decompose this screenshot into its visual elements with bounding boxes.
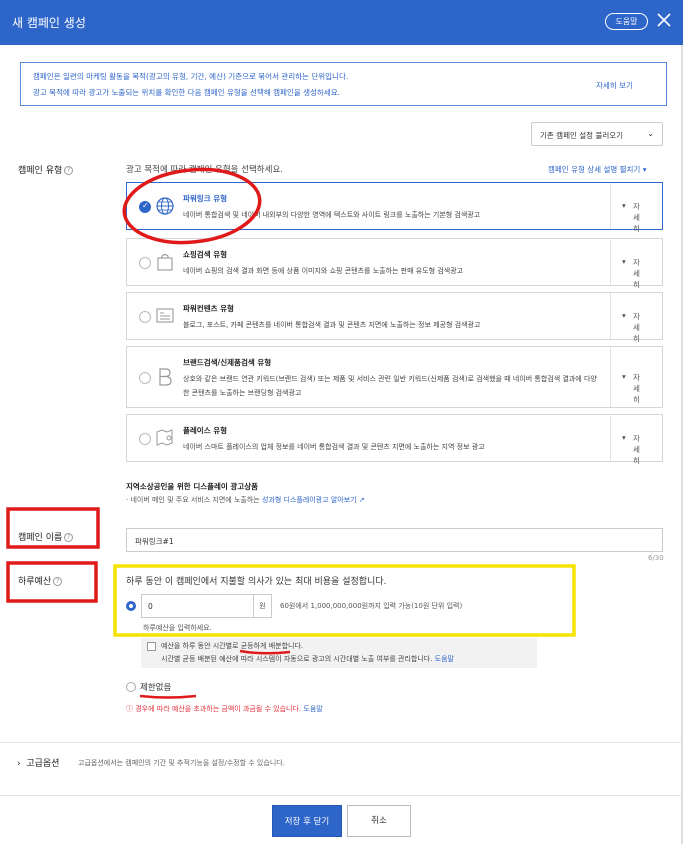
modal-header: 새 캠페인 생성 도움말 (0, 0, 683, 45)
campaign-name-label: 캠페인 이름 (18, 533, 63, 543)
card-desc: 상호와 같은 브랜드 연관 키워드(브랜드 검색) 또는 제품 및 서비스 관련… (183, 375, 597, 397)
question-icon[interactable]: ? (64, 166, 74, 175)
card-detail-toggle[interactable]: 자세히 ▾ (610, 347, 664, 407)
budget-label-row: 하루예산? (18, 574, 63, 587)
campaign-type-guide-link[interactable]: 캠페인 유형 상세 설명 펼치기 ▾ (548, 164, 647, 175)
even-distribution-checkbox[interactable] (147, 642, 156, 651)
external-link-icon: ↗ (358, 496, 365, 504)
question-icon[interactable]: ? (64, 533, 74, 542)
even-distribution-box: 예산을 하루 동안 시간별로 균등하게 배분합니다. 시간별 균등 배분된 예산… (141, 638, 537, 668)
char-count: 6/30 (648, 554, 664, 562)
campaign-type-card-brandsearch[interactable]: 브랜드검색/신제품검색 유형 상호와 같은 브랜드 연관 키워드(브랜드 검색)… (126, 346, 663, 408)
load-existing-label: 기존 캠페인 설정 불러오기 (540, 131, 624, 140)
card-name: 쇼핑검색 유형 (183, 250, 228, 259)
divider (0, 795, 683, 796)
campaign-type-label: 캠페인 유형 (18, 166, 63, 176)
even-distribution-desc: 시간별 균등 배분된 예산에 따라 시스템이 자동으로 광고의 시간대별 노출 … (161, 654, 454, 664)
card-name: 파워링크 유형 (183, 194, 228, 203)
info-box: 캠페인은 일련의 마케팅 활동을 목적(광고의 유형, 기간, 예산) 기준으로… (20, 62, 667, 106)
campaign-type-radio[interactable] (139, 311, 151, 323)
question-icon[interactable]: ? (53, 577, 63, 586)
local-display-desc-text: · 네이버 메인 및 주요 서비스 지면에 노출하는 (126, 496, 260, 504)
brand-b-icon (159, 368, 172, 386)
save-close-button[interactable]: 저장 후 닫기 (272, 805, 342, 837)
info-more-link[interactable]: 자세히 보기 (596, 80, 633, 91)
budget-error: ⓘ 경우에 따라 예산을 초과하는 금액이 과금될 수 있습니다. 도움말 (126, 704, 323, 714)
advanced-options-label: 고급옵션 (26, 759, 60, 769)
detail-label: 자세히 (633, 258, 640, 289)
document-icon (156, 308, 174, 323)
red-underline-annotation (139, 694, 197, 699)
display-ad-link[interactable]: 성과형 디스플레이광고 알아보기 (262, 496, 357, 504)
campaign-type-guide-text: 캠페인 유형 상세 설명 펼치기 (548, 165, 641, 174)
chevron-right-icon: › (17, 759, 21, 769)
no-limit-label: 제한없음 (140, 683, 172, 693)
card-desc: 네이버 스마트 플레이스의 업체 정보를 네이버 통합검색 결과 및 콘텐츠 지… (183, 443, 485, 451)
local-display-title: 지역소상공인을 위한 디스플레이 광고상품 (126, 482, 259, 491)
card-detail-toggle[interactable]: 자세히 ▾ (610, 293, 664, 343)
globe-icon (156, 197, 174, 215)
card-detail-toggle[interactable]: 자세히 ▾ (610, 415, 664, 465)
currency-unit: 원 (254, 594, 272, 618)
even-distribution-desc-text: 시간별 균등 배분된 예산에 따라 시스템이 자동으로 광고의 시간대별 노출 … (161, 655, 433, 663)
budget-desc: 하루 동안 이 캠페인에서 지불할 의사가 있는 최대 비용을 설정합니다. (126, 577, 387, 587)
campaign-type-hint: 광고 목적에 따라 캠페인 유형을 선택하세요. (126, 165, 283, 175)
campaign-type-card-powerlink[interactable]: 파워링크 유형 네이버 통합검색 및 네이버 내외부의 다양한 영역에 텍스트와… (126, 182, 664, 233)
campaign-type-label-row: 캠페인 유형? (18, 163, 74, 176)
local-display-desc: · 네이버 메인 및 주요 서비스 지면에 노출하는 성과형 디스플레이광고 알… (126, 495, 365, 505)
campaign-type-card-shopping[interactable]: 쇼핑검색 유형 네이버 쇼핑의 검색 결과 화면 등에 상품 이미지와 쇼핑 콘… (126, 238, 664, 289)
detail-label: 자세히 (633, 373, 640, 404)
info-line-1: 캠페인은 일련의 마케팅 활동을 목적(광고의 유형, 기간, 예산) 기준으로… (33, 72, 349, 81)
card-name: 브랜드검색/신제품검색 유형 (183, 358, 272, 367)
card-desc: 네이버 쇼핑의 검색 결과 화면 등에 상품 이미지와 쇼핑 콘텐츠를 노출하는… (183, 267, 464, 275)
campaign-name-input[interactable]: 파워링크#1 (126, 528, 663, 552)
budget-amount-input[interactable]: 0 (141, 594, 254, 618)
budget-label: 하루예산 (18, 577, 52, 587)
no-limit-radio[interactable] (126, 682, 136, 692)
card-name: 플레이스 유형 (183, 426, 228, 435)
even-distribution-label: 예산을 하루 동안 시간별로 균등하게 배분합니다. (161, 642, 304, 650)
detail-label: 자세히 (633, 434, 640, 465)
shopping-bag-icon (157, 253, 173, 271)
advanced-options-desc: 고급옵션에서는 캠페인의 기간 및 추적기능을 설정/수정할 수 있습니다. (78, 759, 285, 767)
budget-warning: 하루예산을 입력하세요. (143, 624, 212, 632)
campaign-type-card-place[interactable]: 플레이스 유형 네이버 스마트 플레이스의 업체 정보를 네이버 통합검색 결과… (126, 414, 664, 465)
map-pin-icon (156, 429, 173, 446)
chevron-down-icon: ⌄ (647, 129, 654, 138)
budget-error-text: ⓘ 경우에 따라 예산을 초과하는 금액이 과금될 수 있습니다. (126, 705, 302, 713)
campaign-name-label-row: 캠페인 이름? (18, 530, 74, 543)
help-button[interactable]: 도움말 (605, 13, 648, 30)
budget-error-help-link[interactable]: 도움말 (303, 705, 322, 713)
campaign-type-card-powercontents[interactable]: 파워컨텐츠 유형 블로그, 포스트, 카페 콘텐츠를 네이버 통합검색 결과 및… (126, 292, 664, 343)
close-icon[interactable] (656, 12, 672, 28)
card-detail-toggle[interactable]: 자세히 ▾ (610, 239, 664, 289)
card-name: 파워컨텐츠 유형 (183, 304, 234, 313)
campaign-type-radio[interactable] (139, 433, 151, 445)
advanced-options-toggle[interactable]: › 고급옵션 (17, 756, 59, 769)
campaign-type-radio[interactable] (139, 372, 151, 384)
budget-limit-text: 60원에서 1,000,000,000원까지 입력 가능(10원 단위 입력) (280, 602, 463, 610)
campaign-type-radio[interactable] (139, 257, 151, 269)
even-help-link[interactable]: 도움말 (435, 655, 454, 663)
divider (0, 742, 683, 743)
cancel-button[interactable]: 취소 (347, 805, 411, 837)
card-desc: 블로그, 포스트, 카페 콘텐츠를 네이버 통합검색 결과 및 콘텐츠 지면에 … (183, 321, 481, 329)
campaign-type-radio[interactable] (139, 201, 151, 213)
info-line-2: 광고 목적에 따라 광고가 노출되는 위치를 확인한 다음 캠페인 유형을 선택… (33, 88, 340, 97)
card-desc: 네이버 통합검색 및 네이버 내외부의 다양한 영역에 텍스트와 사이트 링크를… (183, 211, 481, 219)
detail-label: 자세히 (633, 312, 640, 343)
budget-set-radio[interactable] (126, 601, 136, 611)
modal-title: 새 캠페인 생성 (12, 16, 86, 30)
detail-label: 자세히 (633, 202, 640, 233)
load-existing-settings-dropdown[interactable]: 기존 캠페인 설정 불러오기 ⌄ (531, 122, 663, 146)
card-detail-toggle[interactable]: 자세히 ▾ (610, 183, 664, 233)
